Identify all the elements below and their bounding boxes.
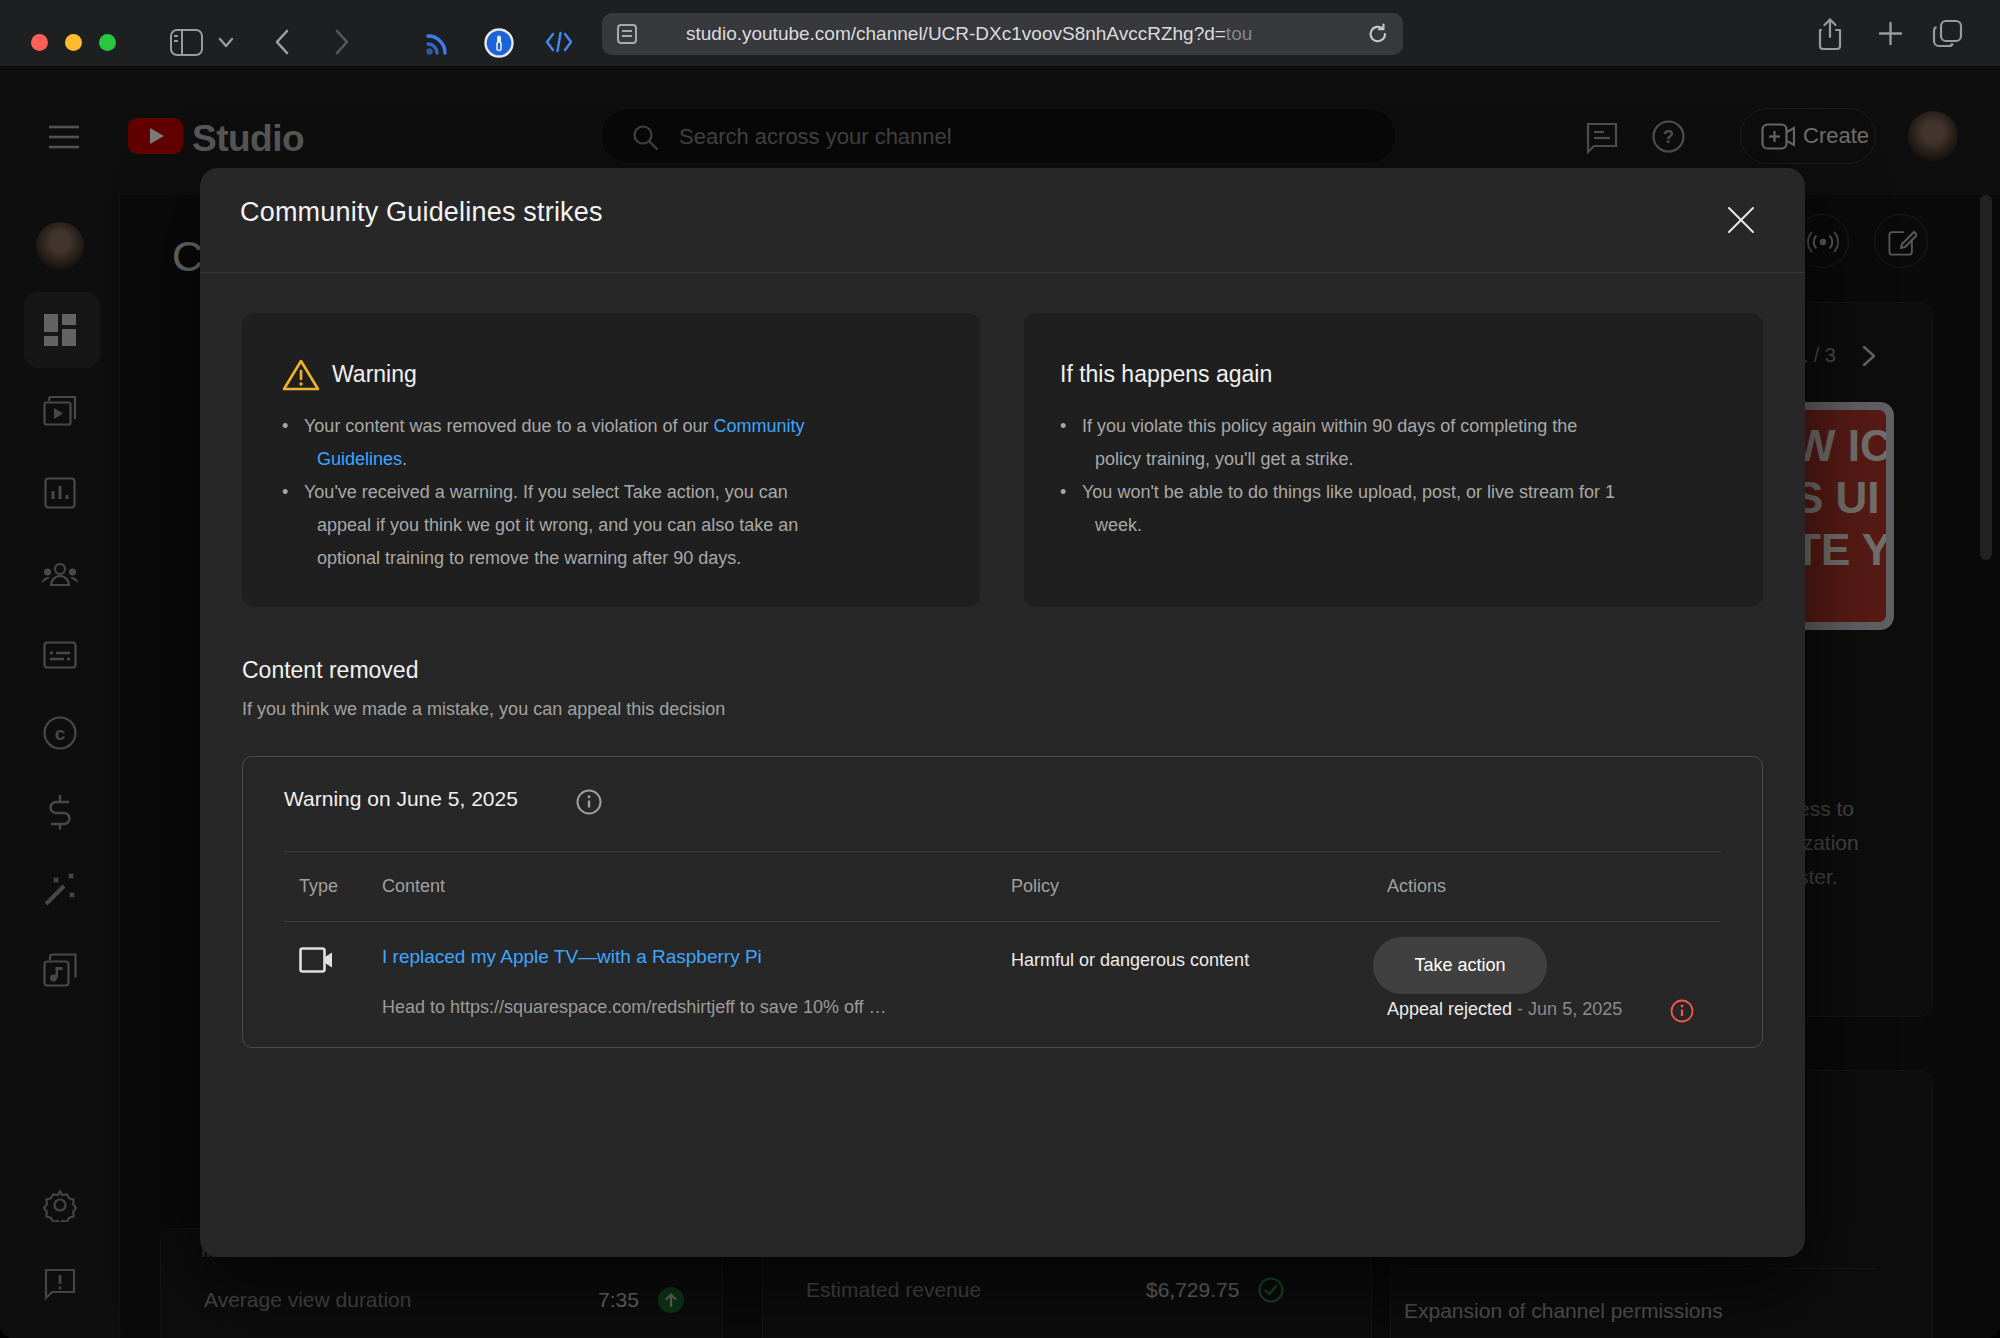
warning-bullet-1: • Your content was removed due to a viol…: [282, 410, 952, 476]
col-policy: Policy: [1011, 876, 1059, 897]
col-actions: Actions: [1387, 876, 1446, 897]
appeal-status: Appeal rejected - Jun 5, 2025: [1387, 999, 1622, 1020]
tab-overview-icon[interactable]: [1932, 19, 1963, 48]
take-action-button[interactable]: Take action: [1373, 937, 1547, 994]
col-content: Content: [382, 876, 445, 897]
safari-window: studio.youtube.com/channel/UCR-DXc1voovS…: [0, 0, 2000, 1338]
rss-extension-icon[interactable]: [424, 29, 452, 57]
community-guidelines-link[interactable]: Community: [714, 416, 805, 436]
strike-table-card: Warning on June 5, 2025 Type Content Pol…: [242, 756, 1763, 1048]
video-type-icon: [299, 947, 333, 973]
video-subtitle: Head to https://squarespace.com/redshirt…: [382, 997, 887, 1018]
reload-icon[interactable]: [1366, 22, 1390, 46]
content-removed-heading: Content removed: [242, 657, 418, 684]
happens-again-card: If this happens again • If you violate t…: [1024, 313, 1763, 607]
again-bullet-2: • You won't be able to do things like up…: [1060, 476, 1735, 542]
forward-button[interactable]: [334, 28, 351, 56]
zoom-window-button[interactable]: [99, 34, 116, 51]
warning-card-title: Warning: [332, 361, 417, 388]
page-format-icon[interactable]: [616, 23, 638, 45]
chevron-down-icon[interactable]: [218, 37, 234, 48]
dialog-header: Community Guidelines strikes: [200, 168, 1805, 273]
url-text: studio.youtube.com/channel/UCR-DXc1voovS…: [686, 13, 1252, 55]
dialog-title: Community Guidelines strikes: [240, 197, 603, 228]
warning-summary-card: Warning • Your content was removed due t…: [242, 313, 980, 607]
info-icon[interactable]: [576, 789, 602, 815]
close-dialog-button[interactable]: [1713, 192, 1769, 248]
content-removed-subtext: If you think we made a mistake, you can …: [242, 699, 725, 720]
strike-card-title: Warning on June 5, 2025: [284, 787, 518, 811]
close-icon: [1726, 205, 1756, 235]
happens-again-title: If this happens again: [1060, 361, 1272, 388]
policy-cell: Harmful or dangerous content: [1011, 950, 1249, 971]
share-icon[interactable]: [1816, 17, 1844, 51]
sidebar-toggle-icon[interactable]: [170, 29, 203, 56]
again-bullet-1: • If you violate this policy again withi…: [1060, 410, 1735, 476]
close-window-button[interactable]: [31, 34, 48, 51]
community-guidelines-link-2[interactable]: Guidelines: [317, 449, 402, 469]
warning-bullet-2: • You've received a warning. If you sele…: [282, 476, 952, 575]
appeal-rejected-info-icon[interactable]: [1670, 999, 1694, 1023]
browser-toolbar: studio.youtube.com/channel/UCR-DXc1voovS…: [0, 0, 2000, 67]
video-title-link[interactable]: I replaced my Apple TV—with a Raspberry …: [382, 946, 762, 968]
code-extension-icon[interactable]: [545, 31, 573, 53]
community-guidelines-dialog: Community Guidelines strikes Warning • Y…: [200, 168, 1805, 1257]
col-type: Type: [299, 876, 338, 897]
onepassword-extension-icon[interactable]: [484, 28, 514, 58]
minimize-window-button[interactable]: [65, 34, 82, 51]
back-button[interactable]: [273, 28, 290, 56]
address-bar[interactable]: studio.youtube.com/channel/UCR-DXc1voovS…: [602, 13, 1403, 55]
warning-icon: [282, 358, 320, 392]
new-tab-icon[interactable]: [1877, 20, 1904, 47]
